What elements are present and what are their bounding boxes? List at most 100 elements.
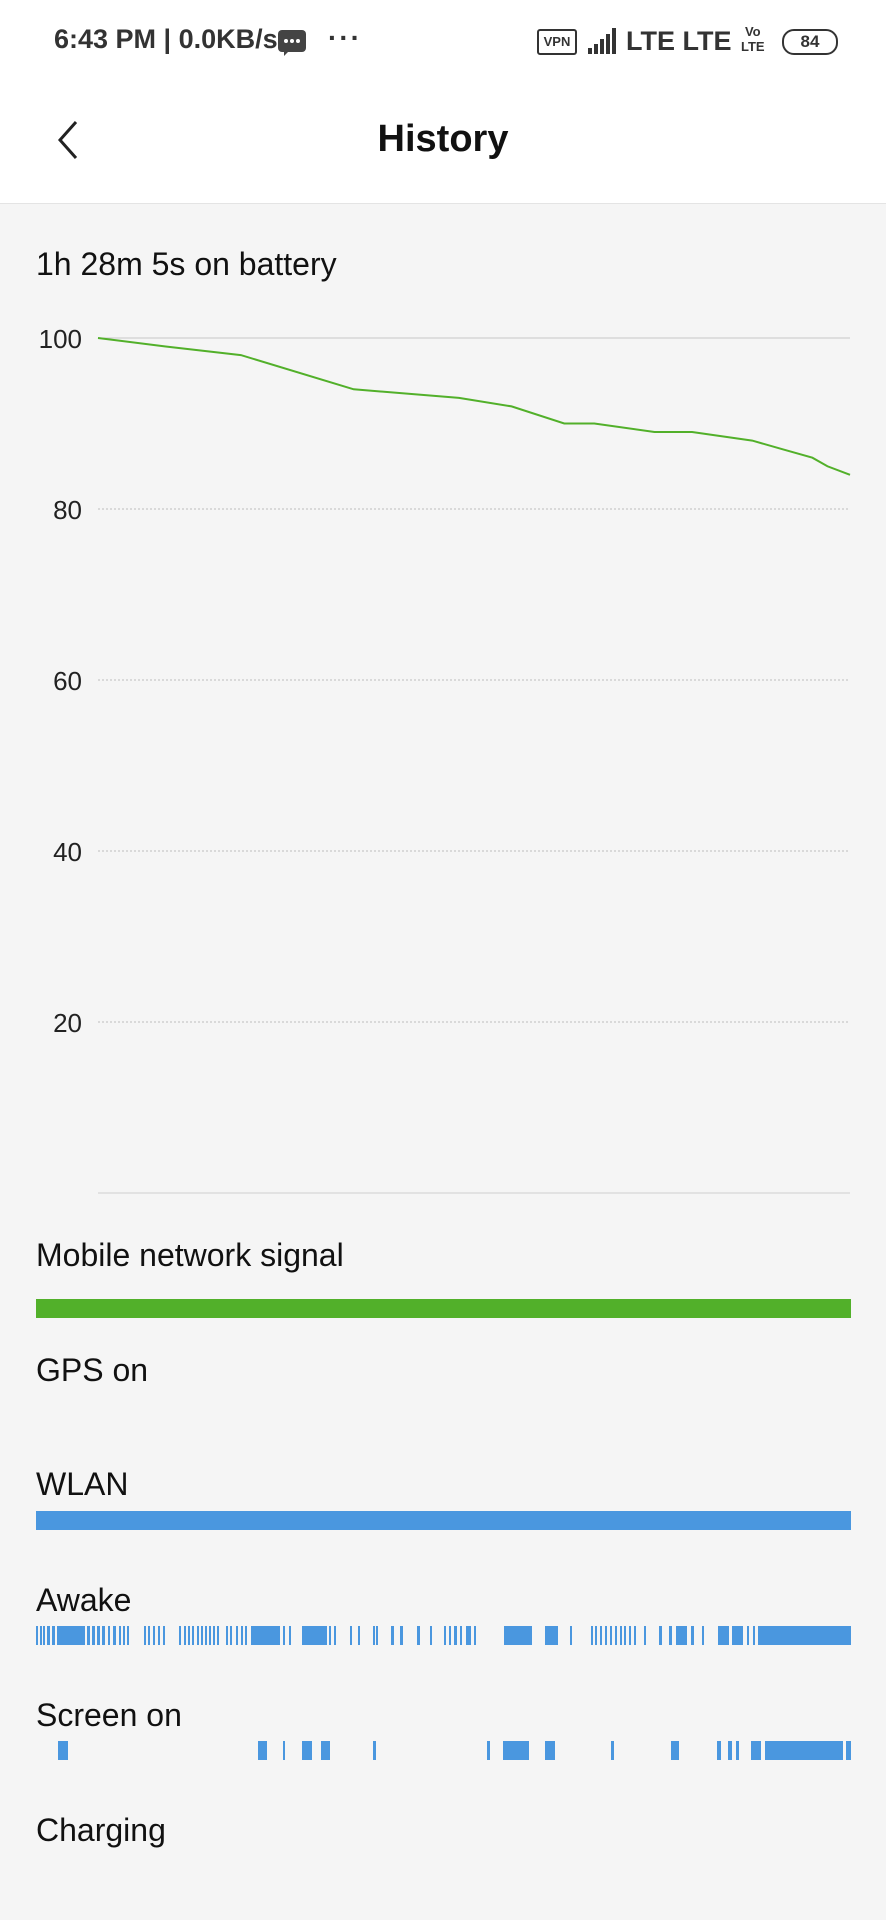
interval-segment bbox=[47, 1626, 50, 1645]
interval-segment bbox=[334, 1626, 337, 1645]
interval-segment bbox=[400, 1626, 403, 1645]
interval-segment bbox=[43, 1626, 46, 1645]
interval-segment bbox=[659, 1626, 662, 1645]
track-intervals bbox=[36, 1626, 851, 1645]
interval-segment bbox=[87, 1626, 90, 1645]
interval-segment bbox=[614, 1626, 617, 1645]
interval-segment bbox=[225, 1626, 228, 1645]
interval-segment bbox=[123, 1626, 126, 1645]
interval-segment bbox=[158, 1626, 161, 1645]
track-bar bbox=[36, 1511, 851, 1530]
interval-segment bbox=[208, 1626, 211, 1645]
interval-segment bbox=[321, 1741, 331, 1760]
interval-segment bbox=[758, 1626, 851, 1645]
interval-segment bbox=[245, 1626, 248, 1645]
interval-segment bbox=[357, 1626, 360, 1645]
interval-segment bbox=[732, 1626, 744, 1645]
interval-segment bbox=[97, 1626, 100, 1645]
interval-segment bbox=[466, 1626, 472, 1645]
track-label: GPS on bbox=[36, 1352, 149, 1388]
interval-segment bbox=[691, 1626, 694, 1645]
battery-duration: 1h 28m 5s on battery bbox=[36, 246, 337, 282]
interval-segment bbox=[187, 1626, 191, 1645]
interval-segment bbox=[143, 1626, 146, 1645]
interval-segment bbox=[229, 1626, 232, 1645]
track-label: Mobile network signal bbox=[36, 1237, 344, 1273]
interval-segment bbox=[473, 1626, 476, 1645]
interval-segment bbox=[192, 1626, 195, 1645]
message-icon bbox=[278, 30, 306, 56]
y-tick-label: 20 bbox=[53, 1008, 82, 1038]
network-type: LTE LTE bbox=[626, 26, 732, 56]
interval-segment bbox=[251, 1626, 281, 1645]
interval-segment bbox=[204, 1626, 207, 1645]
interval-segment bbox=[113, 1626, 116, 1645]
y-tick-label: 80 bbox=[53, 495, 82, 525]
signal-icon bbox=[588, 28, 620, 54]
volte-bottom: LTE bbox=[741, 39, 765, 54]
page-title: History bbox=[377, 118, 509, 160]
interval-segment bbox=[57, 1626, 85, 1645]
interval-segment bbox=[92, 1626, 95, 1645]
y-tick-label: 60 bbox=[53, 666, 82, 696]
track-intervals bbox=[36, 1741, 851, 1760]
interval-segment bbox=[102, 1626, 106, 1645]
interval-segment bbox=[624, 1626, 627, 1645]
interval-segment bbox=[282, 1741, 286, 1760]
interval-segment bbox=[454, 1626, 458, 1645]
interval-segment bbox=[675, 1626, 688, 1645]
interval-segment bbox=[289, 1626, 292, 1645]
interval-segment bbox=[329, 1626, 332, 1645]
interval-segment bbox=[753, 1626, 756, 1645]
interval-segment bbox=[669, 1626, 672, 1645]
y-tick-label: 40 bbox=[53, 837, 82, 867]
interval-segment bbox=[375, 1626, 378, 1645]
interval-segment bbox=[444, 1626, 447, 1645]
interval-segment bbox=[301, 1741, 313, 1760]
status-time: 6:43 PM | 0.0KB/s bbox=[54, 24, 278, 54]
interval-segment bbox=[301, 1626, 327, 1645]
interval-segment bbox=[183, 1626, 186, 1645]
interval-segment bbox=[486, 1741, 490, 1760]
interval-segment bbox=[670, 1741, 680, 1760]
interval-segment bbox=[459, 1626, 462, 1645]
interval-segment bbox=[372, 1626, 376, 1645]
interval-segment bbox=[52, 1626, 55, 1645]
interval-segment bbox=[643, 1626, 647, 1645]
interval-segment bbox=[40, 1626, 43, 1645]
battery-level-chart: 100 80 60 40 20 bbox=[39, 324, 851, 1194]
interval-segment bbox=[153, 1626, 156, 1645]
interval-segment bbox=[545, 1626, 558, 1645]
interval-segment bbox=[595, 1626, 598, 1645]
status-bar: 6:43 PM | 0.0KB/s ··· VPN LTE LTE Vo LTE… bbox=[0, 0, 886, 84]
interval-segment bbox=[200, 1626, 203, 1645]
battery-icon: 84 bbox=[782, 29, 838, 55]
vpn-icon: VPN bbox=[537, 29, 577, 55]
track-bar bbox=[36, 1299, 851, 1318]
more-icon: ··· bbox=[328, 22, 362, 53]
volte-icon: Vo LTE bbox=[741, 24, 765, 54]
interval-segment bbox=[604, 1626, 607, 1645]
interval-segment bbox=[107, 1626, 111, 1645]
track-label: Awake bbox=[36, 1582, 132, 1618]
track-label: Charging bbox=[36, 1812, 166, 1848]
interval-segment bbox=[417, 1626, 420, 1645]
interval-segment bbox=[216, 1626, 219, 1645]
interval-segment bbox=[591, 1626, 593, 1645]
interval-segment bbox=[599, 1626, 602, 1645]
y-tick-label: 100 bbox=[39, 324, 82, 354]
interval-segment bbox=[502, 1741, 530, 1760]
interval-segment bbox=[846, 1741, 851, 1760]
interval-segment bbox=[727, 1741, 732, 1760]
interval-segment bbox=[258, 1741, 268, 1760]
interval-segment bbox=[373, 1741, 376, 1760]
interval-segment bbox=[349, 1626, 352, 1645]
interval-segment bbox=[503, 1626, 533, 1645]
interval-segment bbox=[747, 1626, 750, 1645]
interval-segment bbox=[179, 1626, 182, 1645]
track-label: WLAN bbox=[36, 1466, 129, 1502]
interval-segment bbox=[282, 1626, 285, 1645]
interval-segment bbox=[701, 1626, 705, 1645]
interval-segment bbox=[36, 1626, 38, 1645]
interval-segment bbox=[429, 1626, 433, 1645]
